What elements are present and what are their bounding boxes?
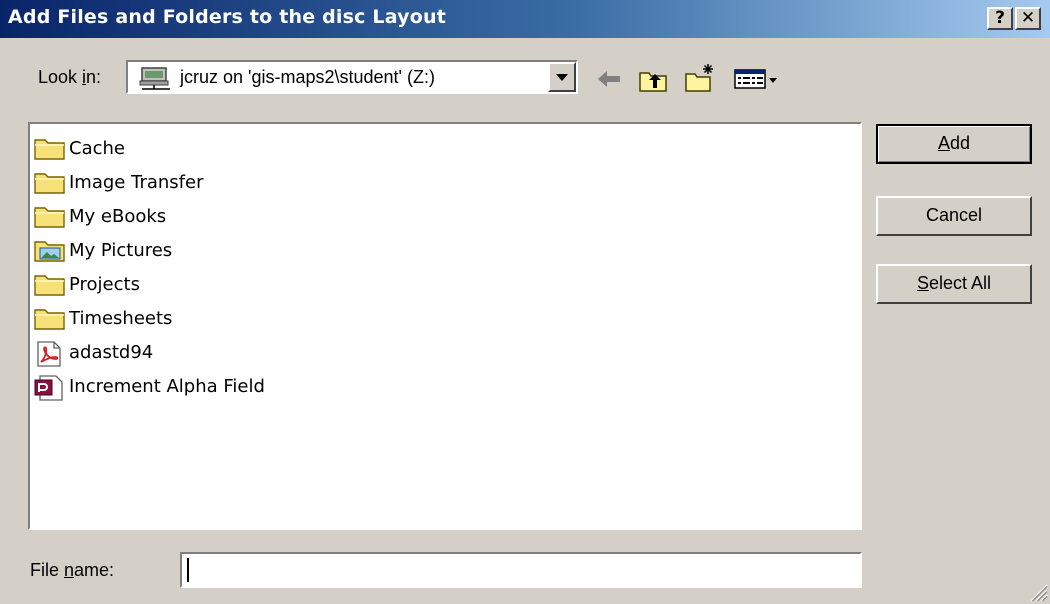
access-file-icon: [34, 375, 63, 401]
list-item-label: adastd94: [69, 342, 154, 363]
list-item-label: Timesheets: [69, 308, 173, 329]
text-cursor: [187, 558, 189, 582]
back-arrow-icon[interactable]: [596, 68, 622, 90]
folder-icon: [34, 139, 65, 160]
list-item-label: Increment Alpha Field: [69, 376, 265, 397]
chevron-down-icon: [556, 74, 568, 81]
list-item-label: My eBooks: [69, 206, 167, 227]
file-list[interactable]: Cache Image Transfer My eBooks My Pictur…: [28, 122, 862, 530]
list-item-label: Image Transfer: [69, 172, 204, 193]
folder-icon: [34, 275, 65, 296]
close-button[interactable]: ✕: [1015, 7, 1041, 30]
folder-icon: [34, 309, 65, 330]
window-title: Add Files and Folders to the disc Layout: [8, 6, 447, 28]
look-in-label: Look in:: [38, 67, 102, 87]
help-button[interactable]: ?: [987, 7, 1013, 30]
folder-icon: [34, 173, 65, 194]
file-name-label: File name:: [30, 560, 115, 580]
view-menu-icon[interactable]: [734, 68, 780, 90]
network-drive-icon: [139, 67, 170, 90]
title-bar[interactable]: Add Files and Folders to the disc Layout…: [0, 0, 1050, 38]
pdf-file-icon: [37, 341, 61, 367]
pictures-folder-icon: [34, 241, 65, 262]
new-folder-icon[interactable]: [684, 63, 716, 93]
look-in-value: jcruz on 'gis-maps2\student' (Z:): [180, 67, 435, 87]
add-files-dialog: Add Files and Folders to the disc Layout…: [0, 0, 1050, 604]
list-item-label: Projects: [69, 274, 140, 295]
look-in-dropdown-arrow[interactable]: [548, 62, 576, 92]
cancel-button[interactable]: Cancel: [876, 196, 1032, 236]
close-icon: ✕: [1020, 8, 1036, 28]
folder-icon: [34, 207, 65, 228]
select-all-button[interactable]: Select All: [876, 264, 1032, 304]
up-folder-icon[interactable]: [638, 68, 668, 92]
look-in-dropdown[interactable]: jcruz on 'gis-maps2\student' (Z:): [126, 60, 578, 94]
file-name-input[interactable]: [180, 552, 862, 588]
list-item-label: Cache: [69, 138, 125, 159]
list-item-label: My Pictures: [69, 240, 173, 261]
add-button[interactable]: Add: [876, 124, 1032, 164]
resize-grip-icon[interactable]: [1028, 582, 1048, 602]
